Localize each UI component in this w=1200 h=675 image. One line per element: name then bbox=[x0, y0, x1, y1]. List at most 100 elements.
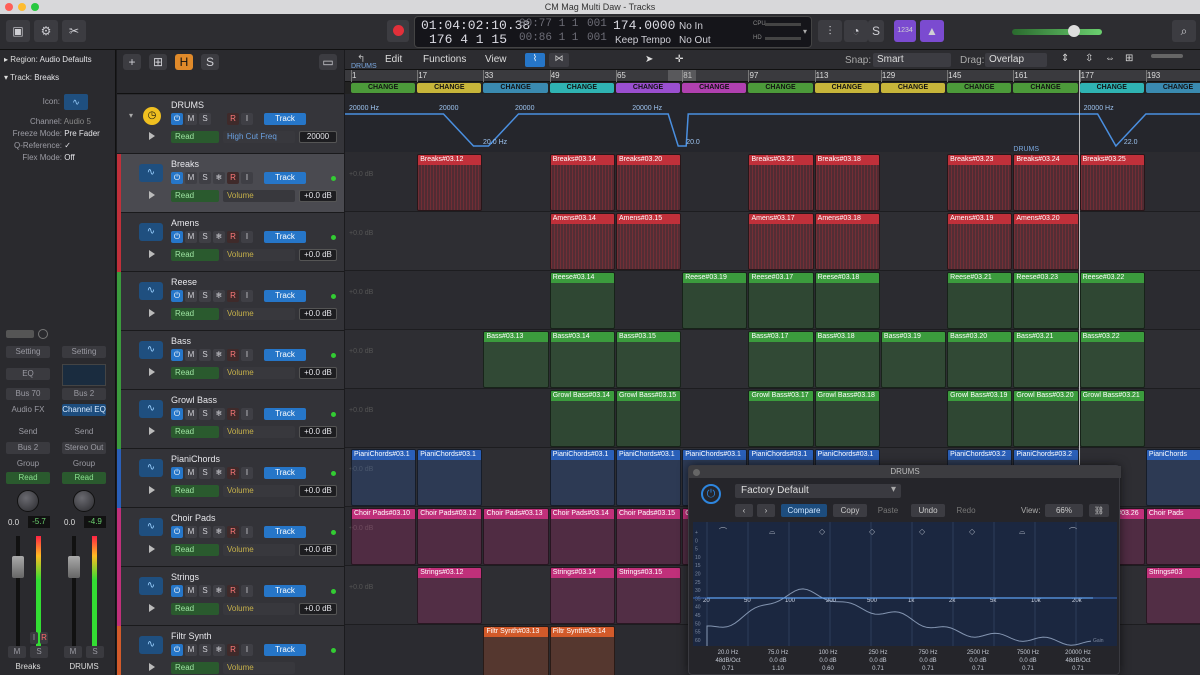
automation-value[interactable]: +0.0 dB bbox=[299, 426, 337, 438]
eq-band-gain[interactable]: 0.0 dB bbox=[805, 657, 851, 665]
track-button[interactable]: Track bbox=[264, 467, 306, 479]
strip2-fader-track[interactable] bbox=[72, 536, 76, 646]
waveform-icon[interactable]: ∿ bbox=[139, 518, 163, 536]
region[interactable]: Reese#03.23 bbox=[1013, 272, 1079, 329]
freeze-icon[interactable]: ❄ bbox=[213, 408, 225, 420]
region[interactable]: Filtr Synth#03.14 bbox=[549, 626, 615, 675]
region[interactable]: Reese#03.17 bbox=[748, 272, 814, 329]
channel-row[interactable]: Channel: Audio 5 bbox=[4, 116, 112, 128]
eq-band-freq[interactable]: 7500 Hz bbox=[1005, 649, 1051, 657]
track-name[interactable]: PianiChords bbox=[171, 454, 220, 464]
track-mute[interactable]: M bbox=[185, 585, 197, 597]
freeze-mode-row[interactable]: Freeze Mode: Pre Fader bbox=[4, 128, 112, 140]
marker-change[interactable]: CHANGE bbox=[1079, 83, 1144, 93]
metronome-icon[interactable]: ▲ bbox=[920, 20, 944, 42]
automation-disclosure-icon[interactable] bbox=[149, 486, 155, 494]
lane-growl-bass[interactable]: +0.0 dB Growl Bass#03.14 Growl Bass#03.15 G… bbox=[345, 389, 1200, 448]
solo-icon[interactable]: S bbox=[868, 20, 884, 42]
eq-band-freq[interactable]: 2500 Hz bbox=[955, 649, 1001, 657]
marker-change[interactable]: CHANGE bbox=[483, 83, 548, 93]
lane-breaks[interactable]: +0.0 dB Breaks#03.12 Breaks#03.14 Breaks#03… bbox=[345, 153, 1200, 212]
region[interactable]: Bass#03.14 bbox=[549, 331, 615, 388]
functions-menu[interactable]: Functions bbox=[423, 54, 466, 65]
track-power-icon[interactable]: ⏻ bbox=[171, 290, 183, 302]
region[interactable]: Choir Pads#03.14 bbox=[549, 508, 615, 565]
automation-value[interactable]: +0.0 dB bbox=[299, 485, 337, 497]
eq-band-3[interactable]: 100 Hz 0.0 dB 0.60 bbox=[805, 649, 851, 673]
preset-prev-icon[interactable]: ‹ bbox=[735, 504, 753, 517]
automation-param[interactable]: Volume bbox=[223, 426, 295, 438]
eq-band-freq[interactable]: 250 Hz bbox=[855, 649, 901, 657]
minimize-window-icon[interactable] bbox=[18, 3, 26, 11]
waveform-icon[interactable]: ∿ bbox=[139, 636, 163, 654]
strip1-setting[interactable]: Setting bbox=[6, 346, 50, 358]
folder-input[interactable]: I bbox=[241, 113, 253, 125]
marker-change[interactable]: CHANGE bbox=[814, 83, 879, 93]
track-mute[interactable]: M bbox=[185, 526, 197, 538]
automation-mode[interactable]: Read bbox=[171, 662, 219, 674]
strip1-fader-track[interactable] bbox=[16, 536, 20, 646]
track-record[interactable]: R bbox=[227, 408, 239, 420]
region[interactable]: Bass#03.21 bbox=[1013, 331, 1079, 388]
strip2-group[interactable]: Group bbox=[62, 458, 106, 470]
eq-band-8[interactable]: 20000 Hz 48dB/Oct 0.71 bbox=[1055, 649, 1101, 673]
eq-band-gain[interactable]: 0.0 dB bbox=[755, 657, 801, 665]
lcd-dropdown-icon[interactable]: ▾ bbox=[803, 27, 807, 36]
lane-reese[interactable]: +0.0 dB Reese#03.14 Reese#03.19 Reese#03.17… bbox=[345, 271, 1200, 330]
eq-band-q[interactable]: 0.71 bbox=[855, 665, 901, 673]
track-record[interactable]: R bbox=[227, 290, 239, 302]
strip1-automation[interactable]: Read bbox=[6, 472, 50, 484]
region[interactable]: Breaks#03.18 bbox=[814, 154, 880, 211]
automation-value[interactable]: +0.0 dB bbox=[299, 308, 337, 320]
track-mute[interactable]: M bbox=[185, 408, 197, 420]
freeze-icon[interactable]: ❄ bbox=[213, 172, 225, 184]
track-button[interactable]: Track bbox=[264, 231, 306, 243]
eq-graph[interactable]: 20 50 100 200 500 1k 2k 5k 10k 20k+05101520253035… bbox=[693, 522, 1117, 646]
waveform-icon[interactable]: ∿ bbox=[139, 223, 163, 241]
flex-toggle-icon[interactable]: ⋈ bbox=[549, 53, 569, 67]
region[interactable]: PianiChords#03.1 bbox=[417, 449, 483, 506]
waveform-icon[interactable]: ∿ bbox=[139, 282, 163, 300]
region[interactable]: Choir Pads#03.12 bbox=[417, 508, 483, 565]
region[interactable]: Amens#03.19 bbox=[947, 213, 1013, 270]
track-input-monitor[interactable]: I bbox=[241, 585, 253, 597]
add-track-icon[interactable]: + bbox=[123, 54, 141, 70]
strip1-pan-knob[interactable] bbox=[17, 490, 39, 512]
track-record[interactable]: R bbox=[227, 172, 239, 184]
strip-input-slot[interactable] bbox=[6, 330, 34, 338]
automation-disclosure-icon[interactable] bbox=[149, 250, 155, 258]
track-input-monitor[interactable]: I bbox=[241, 467, 253, 479]
region[interactable]: Growl Bass#03.15 bbox=[615, 390, 682, 447]
automation-lane[interactable]: 20000 Hz 20000 20000 20.0 Hz 20000 Hz 20.0 200… bbox=[345, 94, 1200, 152]
track-input-monitor[interactable]: I bbox=[241, 526, 253, 538]
region[interactable]: Reese#03.14 bbox=[549, 272, 615, 329]
eq-band-shape-icon[interactable]: ⌒ bbox=[1069, 527, 1077, 536]
automation-disclosure-icon[interactable] bbox=[149, 545, 155, 553]
flex-mode-row[interactable]: Flex Mode: Off bbox=[4, 152, 112, 164]
track-name[interactable]: Breaks bbox=[171, 159, 199, 169]
eq-band-freq[interactable]: 100 Hz bbox=[805, 649, 851, 657]
automation-mode[interactable]: Read bbox=[171, 544, 219, 556]
region[interactable]: Amens#03.20 bbox=[1013, 213, 1079, 270]
marker-change[interactable]: CHANGE bbox=[615, 83, 681, 93]
track-mute[interactable]: M bbox=[185, 467, 197, 479]
region[interactable]: Breaks#03.24 bbox=[1013, 154, 1079, 211]
strip2-eq-thumbnail[interactable] bbox=[62, 364, 106, 386]
region[interactable]: Choir Pads#03.15 bbox=[615, 508, 682, 565]
automation-param[interactable]: Volume bbox=[223, 603, 295, 615]
strip-input-knob[interactable] bbox=[38, 329, 48, 339]
marker-change[interactable]: CHANGE bbox=[1145, 83, 1200, 93]
automation-disclosure-icon[interactable] bbox=[149, 368, 155, 376]
track-power-icon[interactable]: ⏻ bbox=[171, 467, 183, 479]
track-reese[interactable]: ∿ Reese ⏻ M S ❄ R I Track Read Volume +0.0 dB bbox=[117, 272, 344, 331]
region[interactable]: Bass#03.18 bbox=[814, 331, 880, 388]
region[interactable]: Growl Bass#03.18 bbox=[814, 390, 880, 447]
automation-mode[interactable]: Read bbox=[171, 426, 219, 438]
automation-mode[interactable]: Read bbox=[171, 190, 219, 202]
track-breaks[interactable]: ∿ Breaks ⏻ M S ❄ R I Track Read Volume +0.0 dB bbox=[117, 154, 344, 213]
track-input-monitor[interactable]: I bbox=[241, 644, 253, 656]
count-in-button[interactable]: 1234 bbox=[894, 20, 916, 42]
track-button[interactable]: Track bbox=[264, 644, 306, 656]
region[interactable]: PianiChords#03.1 bbox=[351, 449, 417, 506]
strip1-eq[interactable]: EQ bbox=[6, 368, 50, 380]
